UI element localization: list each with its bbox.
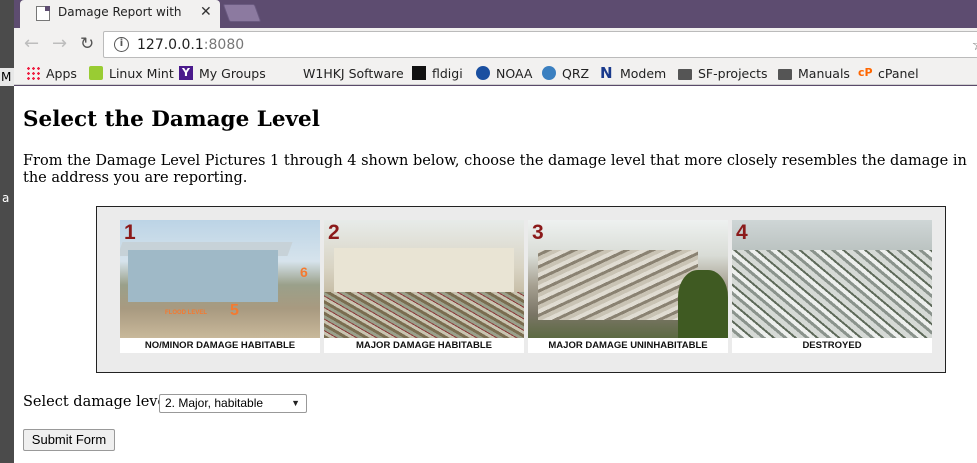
picture-number: 2	[328, 221, 340, 244]
damage-picture-4: 4 DESTROYED	[732, 220, 932, 353]
bookmark-label: Modem	[620, 65, 667, 81]
picture-number: 3	[532, 221, 544, 244]
modem-icon: N	[600, 64, 613, 82]
dropdown-arrow-icon: ▼	[291, 398, 300, 408]
damage-picture-1: FLOOD LEVEL 5 6 1 NO/MINOR DAMAGE HABITA…	[120, 220, 320, 353]
picture-caption: NO/MINOR DAMAGE HABITABLE	[144, 340, 296, 351]
bookmark-linux-mint[interactable]: Linux Mint	[89, 64, 174, 82]
picture-number: 4	[736, 221, 748, 244]
house-photo	[732, 220, 932, 338]
background-window-edge: M a	[0, 0, 14, 463]
bookmark-label: SF-projects	[698, 65, 768, 81]
bookmark-label: My Groups	[199, 65, 266, 81]
folder-icon	[778, 68, 792, 80]
back-button[interactable]: ←	[24, 34, 39, 54]
folder-icon	[678, 68, 692, 80]
tab-title: Damage Report with	[58, 5, 182, 19]
bookmark-w1hkj[interactable]: W1HKJ Software	[283, 64, 404, 166]
noaa-icon	[476, 66, 490, 80]
bookmark-label: NOAA	[496, 65, 533, 81]
damage-level-select[interactable]: 2. Major, habitable ▼	[159, 394, 307, 413]
reload-button[interactable]: ↻	[80, 34, 94, 54]
qrz-globe-icon	[542, 66, 556, 80]
bookmark-manuals[interactable]: Manuals	[778, 64, 850, 82]
intro-text: From the Damage Level Pictures 1 through…	[23, 153, 967, 186]
damage-pictures-panel: FLOOD LEVEL 5 6 1 NO/MINOR DAMAGE HABITA…	[96, 206, 946, 373]
tab-close-icon[interactable]: ✕	[200, 4, 212, 20]
submit-form-button[interactable]: Submit Form	[23, 429, 115, 451]
bookmark-label: fldigi	[432, 65, 463, 81]
bookmark-modem[interactable]: N Modem	[600, 64, 666, 82]
bookmark-my-groups[interactable]: Y My Groups	[179, 64, 266, 82]
page-title: Select the Damage Level	[23, 107, 320, 132]
bookmark-label: Apps	[46, 65, 77, 81]
bookmark-fldigi[interactable]: fldigi	[412, 64, 463, 82]
page-content: Select the Damage Level From the Damage …	[14, 86, 977, 463]
bookmark-label: cPanel	[878, 65, 919, 81]
picture-caption: MAJOR DAMAGE UNINHABITABLE	[548, 340, 708, 351]
page-favicon-icon	[36, 6, 50, 21]
url-text: 127.0.0.1:8080	[137, 37, 244, 53]
apps-grid-icon	[26, 66, 40, 80]
damage-level-selected-value: 2. Major, habitable	[165, 396, 264, 410]
bookmark-label: Manuals	[798, 65, 850, 81]
background-window-text: a	[2, 191, 10, 205]
site-info-icon[interactable]: i	[114, 37, 129, 52]
yahoo-icon: Y	[179, 66, 193, 80]
flood-level-label: FLOOD LEVEL	[165, 310, 207, 316]
bookmark-label: Linux Mint	[109, 65, 174, 81]
browser-toolbar: ← → ↻ i 127.0.0.1:8080 ☆	[14, 28, 977, 61]
background-window-text: M	[0, 68, 14, 86]
flood-marker-6: 6	[300, 264, 308, 280]
address-bar[interactable]: i 127.0.0.1:8080 ☆	[103, 31, 977, 58]
picture-number: 1	[124, 221, 136, 244]
damage-picture-2: 2 MAJOR DAMAGE HABITABLE	[324, 220, 524, 353]
bookmark-sf-projects[interactable]: SF-projects	[678, 64, 768, 82]
linux-mint-icon	[89, 66, 103, 80]
flood-marker-5: 5	[230, 302, 239, 319]
url-port: :8080	[203, 37, 245, 53]
house-photo	[324, 220, 524, 338]
bookmark-noaa[interactable]: NOAA	[476, 64, 532, 82]
bookmark-qrz[interactable]: QRZ	[542, 64, 589, 82]
fldigi-icon	[412, 66, 426, 80]
house-photo: FLOOD LEVEL 5 6	[120, 220, 320, 338]
bookmark-cpanel[interactable]: cP cPanel	[858, 64, 919, 82]
picture-caption: DESTROYED	[802, 340, 862, 351]
new-tab-button[interactable]	[222, 4, 262, 22]
bookmark-label: W1HKJ Software	[303, 65, 404, 81]
damage-level-label: Select damage level:	[23, 394, 176, 410]
bookmarks-bar: Apps Linux Mint Y My Groups W1HKJ Softwar…	[14, 61, 977, 166]
picture-caption: MAJOR DAMAGE HABITABLE	[356, 340, 492, 351]
tab-damage-report[interactable]: Damage Report with ✕	[20, 0, 220, 28]
bookmark-apps[interactable]: Apps	[26, 64, 77, 82]
bookmark-star-icon[interactable]: ☆	[972, 35, 977, 54]
house-photo	[528, 220, 728, 338]
forward-button[interactable]: →	[52, 34, 67, 54]
damage-picture-3: 3 MAJOR DAMAGE UNINHABITABLE	[528, 220, 728, 353]
url-host: 127.0.0.1	[137, 37, 204, 53]
bookmark-label: QRZ	[562, 65, 590, 81]
cpanel-icon: cP	[858, 66, 873, 79]
